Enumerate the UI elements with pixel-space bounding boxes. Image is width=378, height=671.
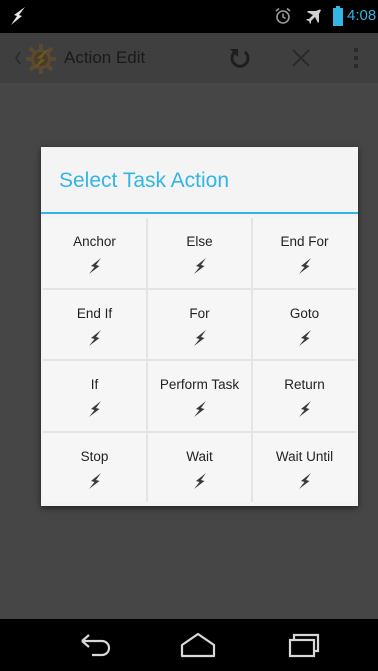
bolt-icon <box>193 472 206 489</box>
tasker-app-icon[interactable] <box>24 42 58 76</box>
action-item[interactable]: Stop <box>43 432 146 502</box>
tasker-bolt-icon <box>11 7 25 25</box>
bolt-icon <box>298 329 311 346</box>
undo-icon[interactable] <box>227 45 253 71</box>
action-item[interactable]: Anchor <box>43 218 146 288</box>
action-item-label: Stop <box>80 448 109 464</box>
action-item-label: Return <box>284 377 325 392</box>
alarm-icon <box>275 7 291 24</box>
navigation-bar <box>0 619 378 671</box>
action-item[interactable]: End If <box>43 289 146 359</box>
bolt-icon <box>193 401 206 417</box>
action-bar: Action Edit <box>0 33 378 83</box>
action-item-label: End For <box>280 234 329 249</box>
bolt-icon <box>298 258 311 274</box>
select-task-action-dialog: Select Task Action Anchor Else End For End … <box>41 147 358 506</box>
bolt-icon <box>88 401 101 417</box>
status-clock: 4:08 <box>347 7 377 24</box>
home-icon[interactable] <box>178 631 218 659</box>
action-item-label: Perform Task <box>159 377 240 392</box>
bolt-icon <box>298 472 311 489</box>
action-item[interactable]: Goto <box>253 289 356 359</box>
overflow-menu-icon[interactable] <box>350 46 362 70</box>
action-item[interactable]: Return <box>253 361 356 431</box>
action-item[interactable]: Else <box>148 218 251 288</box>
bolt-icon <box>88 329 101 346</box>
action-grid: Anchor Else End For End If For Goto If Perform … <box>43 218 356 502</box>
bolt-icon <box>298 401 311 417</box>
action-item-label: Wait <box>186 448 213 464</box>
action-item-label: If <box>90 377 99 392</box>
action-item-label: Wait Until <box>275 448 334 464</box>
dialog-title-divider <box>41 212 358 214</box>
action-item[interactable]: If <box>43 361 146 431</box>
bolt-icon <box>88 472 101 489</box>
action-item-label: Anchor <box>73 234 116 249</box>
airplane-mode-icon <box>306 9 321 24</box>
action-item[interactable]: Wait <box>148 432 251 502</box>
action-item[interactable]: Wait Until <box>253 432 356 502</box>
bolt-icon <box>193 329 206 346</box>
dialog-title: Select Task Action <box>59 169 230 192</box>
recent-apps-icon[interactable] <box>284 631 324 659</box>
action-item-label: For <box>189 305 210 321</box>
screen-title: Action Edit <box>64 48 146 67</box>
bolt-icon <box>88 258 101 274</box>
action-item-label: Else <box>186 234 213 249</box>
action-item[interactable]: For <box>148 289 251 359</box>
up-chevron-icon[interactable] <box>14 49 22 67</box>
battery-icon <box>333 6 343 26</box>
action-item[interactable]: Perform Task <box>148 361 251 431</box>
status-bar: 4:08 <box>0 0 378 33</box>
close-icon[interactable] <box>290 47 312 69</box>
action-item[interactable]: End For <box>253 218 356 288</box>
action-item-label: Goto <box>289 305 320 321</box>
bolt-icon <box>193 258 206 274</box>
back-icon[interactable] <box>74 631 114 659</box>
action-item-label: End If <box>76 305 113 321</box>
